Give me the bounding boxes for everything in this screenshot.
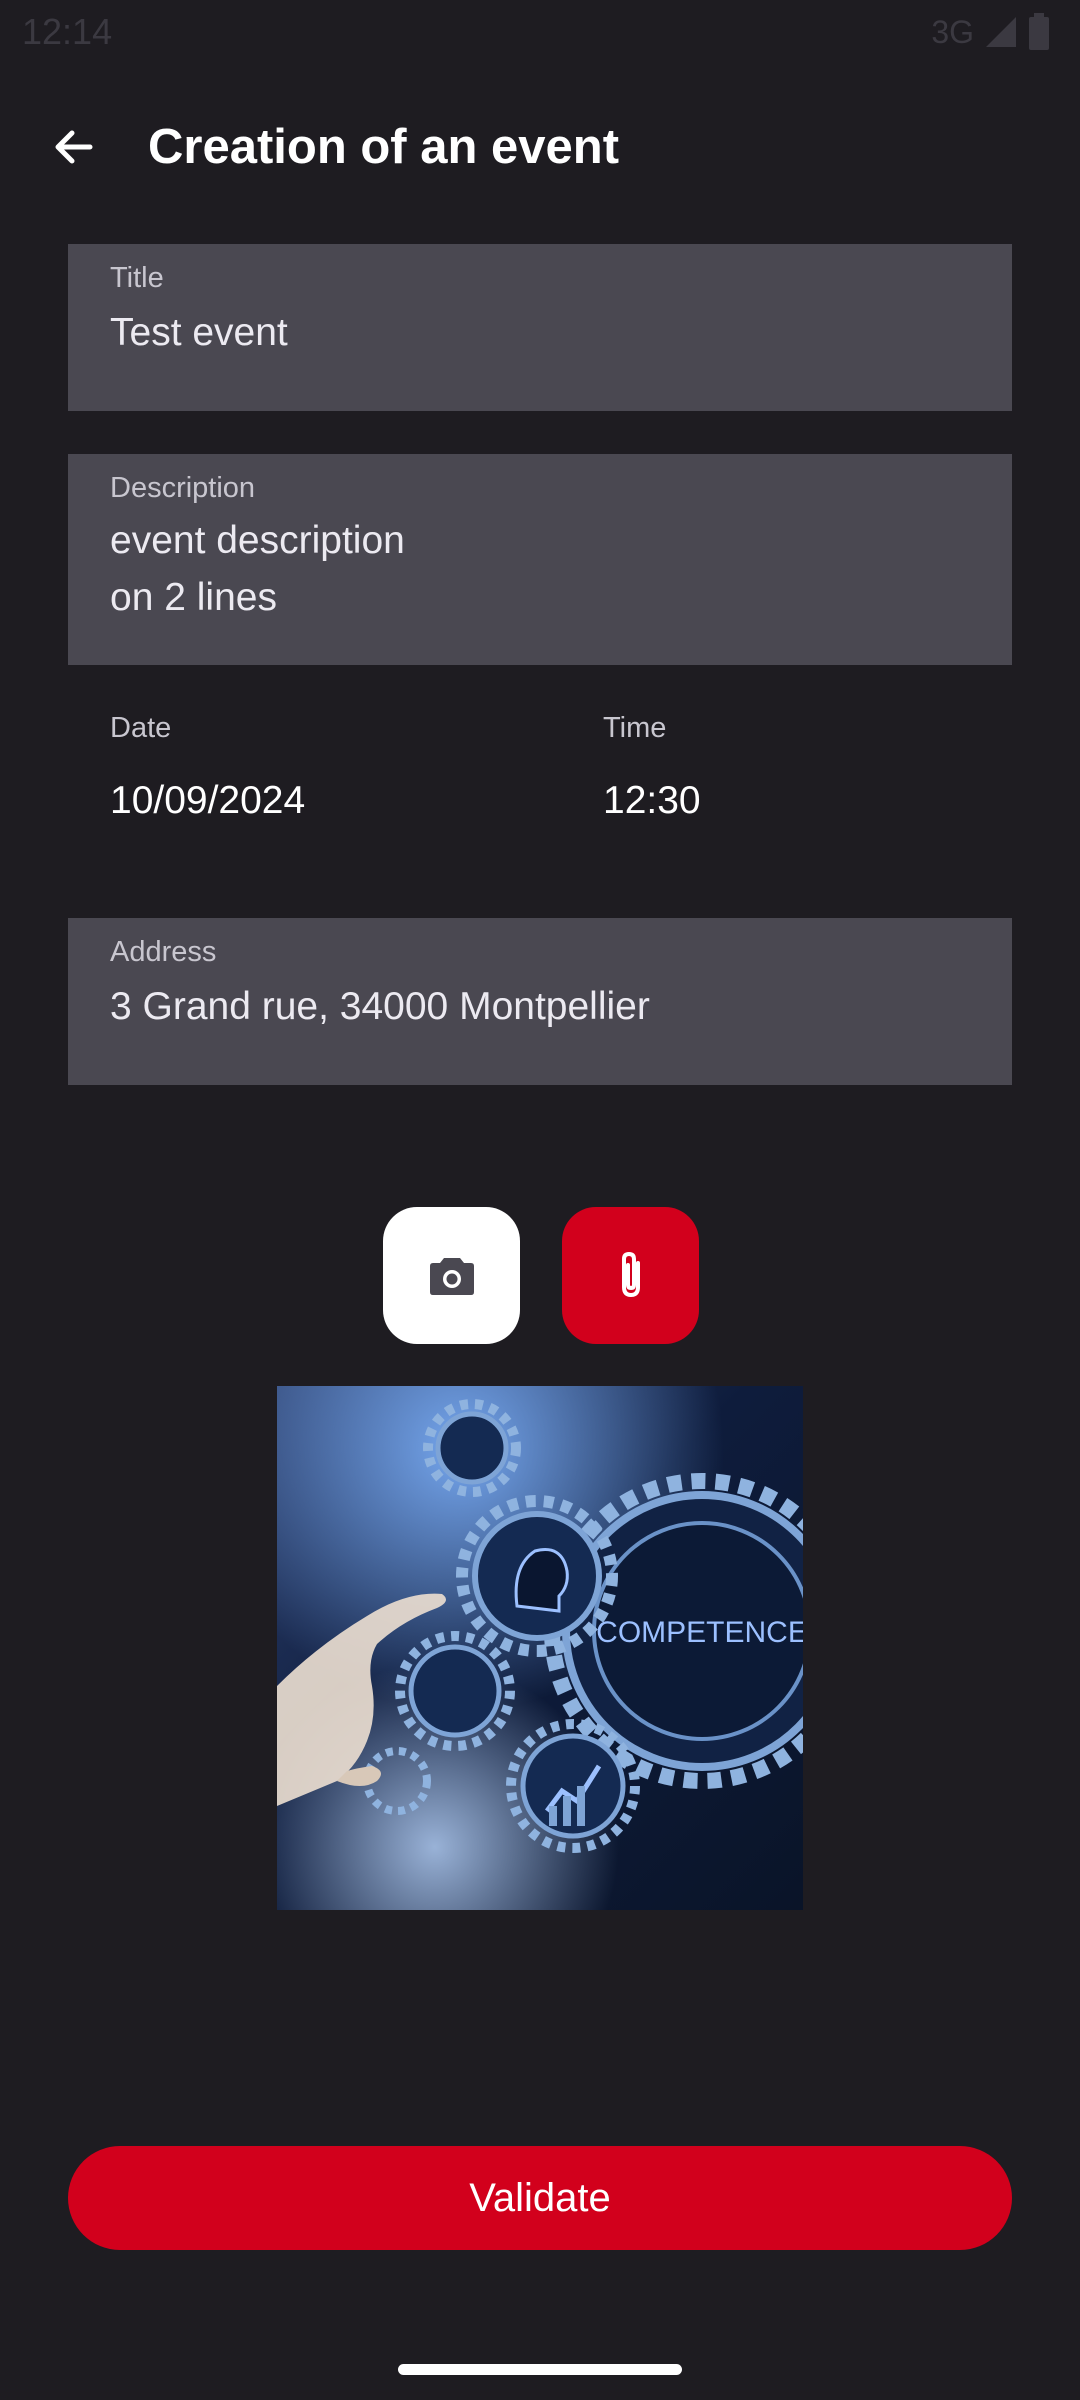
arrow-back-icon xyxy=(55,130,93,164)
home-indicator xyxy=(398,2364,682,2375)
competence-text: COMPETENCE xyxy=(596,1616,803,1649)
status-indicators: 3G xyxy=(931,12,1050,52)
validate-button[interactable]: Validate xyxy=(68,2146,1012,2250)
paperclip-icon xyxy=(621,1251,640,1297)
description-field-value: event description on 2 lines xyxy=(110,519,405,619)
address-field[interactable]: Address 3 Grand rue, 34000 Montpellier xyxy=(68,918,1012,1085)
camera-icon xyxy=(429,1257,474,1295)
title-field-value: Test event xyxy=(110,311,288,354)
back-button[interactable] xyxy=(40,113,108,181)
battery-icon xyxy=(1029,13,1049,50)
event-image: COMPETENCE xyxy=(277,1386,803,1910)
date-value[interactable]: 10/09/2024 xyxy=(110,776,305,826)
address-field-label: Address xyxy=(110,936,217,968)
competence-gears-image: COMPETENCE xyxy=(277,1386,803,1910)
description-field[interactable]: Description event description on 2 lines xyxy=(68,454,1012,665)
attach-button[interactable] xyxy=(562,1207,699,1344)
time-label: Time xyxy=(603,712,667,744)
time-value[interactable]: 12:30 xyxy=(603,776,701,826)
title-field[interactable]: Title Test event xyxy=(68,244,1012,411)
page-title: Creation of an event xyxy=(148,120,620,174)
address-field-value: 3 Grand rue, 34000 Montpellier xyxy=(110,985,650,1028)
description-field-label: Description xyxy=(110,472,256,504)
status-time: 12:14 xyxy=(22,11,113,52)
network-type: 3G xyxy=(931,14,974,50)
status-bar: 12:14 3G xyxy=(0,0,1080,66)
date-label: Date xyxy=(110,712,172,744)
camera-button[interactable] xyxy=(383,1207,520,1344)
signal-icon xyxy=(986,17,1016,47)
title-field-label: Title xyxy=(110,262,164,294)
